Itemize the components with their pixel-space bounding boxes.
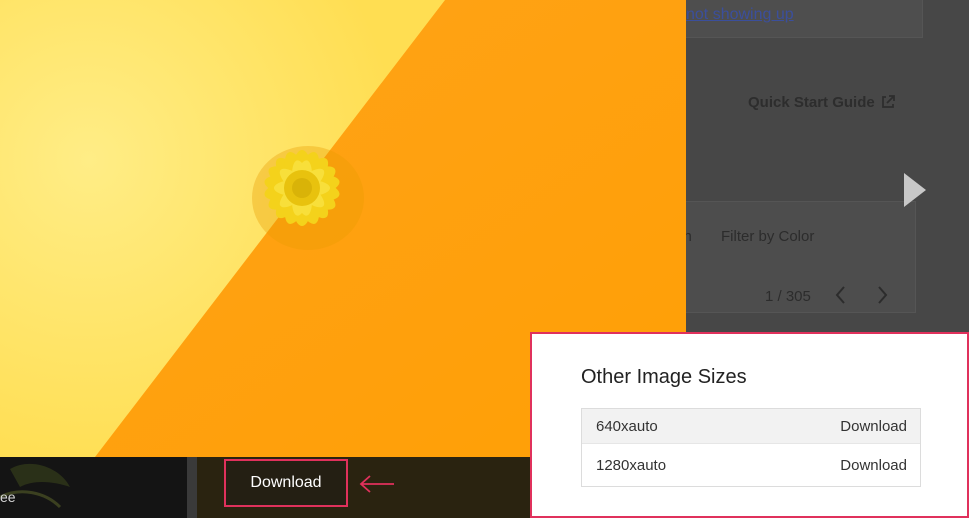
size-row: 1280xauto Download xyxy=(582,443,920,486)
thumbnail-image xyxy=(0,457,187,518)
size-label: 640xauto xyxy=(596,417,658,435)
thumbnail-caption: ee xyxy=(0,489,16,505)
screen: not showing up Quick Start Guide ch Filt… xyxy=(0,0,969,518)
quick-start-guide-link[interactable]: Quick Start Guide xyxy=(748,94,875,111)
chevron-right-icon[interactable] xyxy=(876,284,890,306)
external-link-icon xyxy=(882,95,895,108)
pagination-count: 1 / 305 xyxy=(765,288,811,305)
size-label: 1280xauto xyxy=(596,456,667,474)
other-image-sizes-popup: Other Image Sizes 640xauto Download 1280… xyxy=(530,332,969,518)
not-showing-up-link[interactable]: not showing up xyxy=(686,6,794,24)
sizes-table: 640xauto Download 1280xauto Download xyxy=(581,408,921,487)
thumbnail[interactable]: ee xyxy=(0,457,187,518)
next-image-arrow-icon[interactable] xyxy=(904,173,926,207)
popup-title: Other Image Sizes xyxy=(581,366,747,388)
size-download-link[interactable]: Download xyxy=(840,457,907,474)
size-row: 640xauto Download xyxy=(582,409,920,443)
chevron-left-icon[interactable] xyxy=(833,284,847,306)
left-arrow-icon xyxy=(359,475,394,493)
download-button[interactable]: Download xyxy=(224,459,348,507)
divider xyxy=(187,457,197,518)
size-download-link[interactable]: Download xyxy=(840,418,907,435)
tab-filter-by-color[interactable]: Filter by Color xyxy=(721,228,814,245)
